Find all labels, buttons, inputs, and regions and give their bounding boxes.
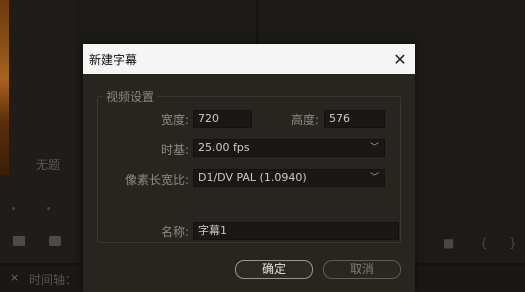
pixel-aspect-select[interactable]: D1/DV PAL (1.0940) ﹀ bbox=[193, 169, 385, 187]
pixel-aspect-label: 像素长宽比: bbox=[124, 173, 189, 187]
new-title-dialog: 新建字幕 ✕ 视频设置 宽度: 720 高度: 576 时基: 25.00 fp… bbox=[83, 44, 415, 292]
clip-thumbnail[interactable] bbox=[0, 0, 9, 175]
camera-icon[interactable] bbox=[49, 236, 61, 246]
dialog-titlebar: 新建字幕 ✕ bbox=[83, 44, 415, 74]
height-label: 高度: bbox=[290, 113, 319, 127]
timebase-value: 25.00 fps bbox=[198, 141, 250, 154]
name-field[interactable]: 字幕1 bbox=[193, 222, 399, 240]
scrub-dot bbox=[12, 207, 15, 210]
in-point-icon[interactable]: { bbox=[480, 236, 488, 250]
tv-icon[interactable] bbox=[13, 236, 25, 246]
width-label: 宽度: bbox=[160, 113, 189, 127]
height-field[interactable]: 576 bbox=[324, 110, 385, 128]
timebase-label: 时基: bbox=[160, 143, 189, 157]
chevron-down-icon: ﹀ bbox=[369, 173, 379, 183]
timeline-side-panel bbox=[415, 0, 525, 265]
name-label: 名称: bbox=[160, 225, 189, 239]
cancel-button[interactable]: 取消 bbox=[323, 260, 401, 279]
dialog-title: 新建字幕 bbox=[89, 53, 138, 67]
bin-item-label: 无题 bbox=[36, 158, 61, 172]
pixel-aspect-value: D1/DV PAL (1.0940) bbox=[198, 171, 307, 184]
scrub-dot bbox=[47, 207, 50, 210]
video-settings-legend: 视频设置 bbox=[103, 88, 158, 105]
width-field[interactable]: 720 bbox=[193, 110, 252, 128]
chevron-down-icon: ﹀ bbox=[369, 143, 379, 153]
ok-button[interactable]: 确定 bbox=[235, 260, 313, 279]
timeline-tab-label[interactable]: 时间轴： bbox=[29, 271, 77, 288]
marker-icon[interactable]: ■ bbox=[443, 236, 454, 250]
close-timeline-icon[interactable]: × bbox=[10, 271, 19, 284]
close-icon[interactable]: ✕ bbox=[385, 44, 415, 74]
project-panel bbox=[0, 0, 75, 265]
out-point-icon[interactable]: } bbox=[509, 236, 517, 250]
timebase-select[interactable]: 25.00 fps ﹀ bbox=[193, 139, 385, 157]
